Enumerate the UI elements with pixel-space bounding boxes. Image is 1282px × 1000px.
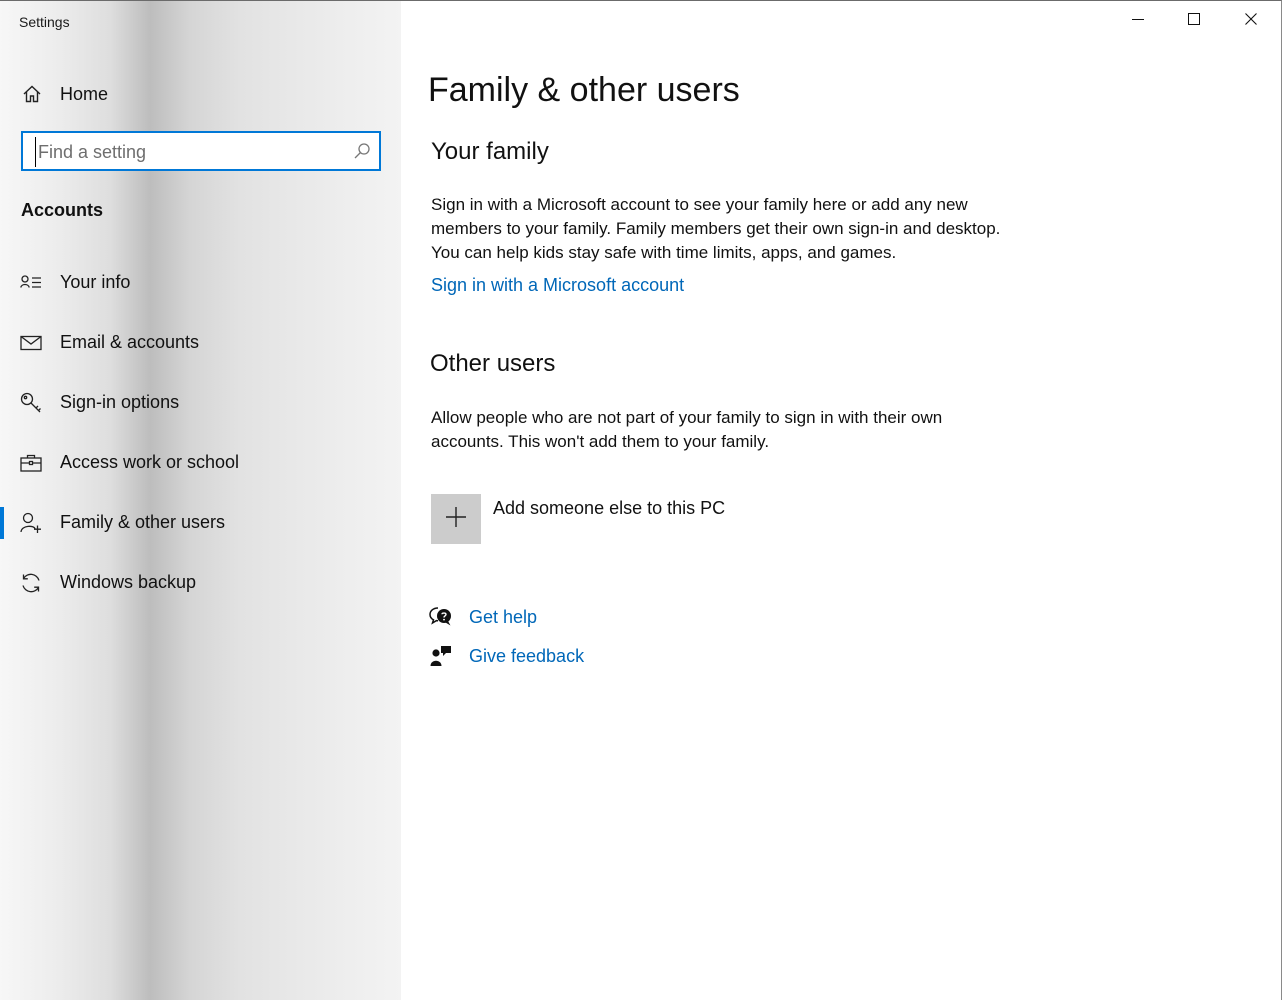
sidebar-item-sign-in-options[interactable]: Sign-in options xyxy=(0,383,401,443)
app-title: Settings xyxy=(19,14,70,30)
nav-home-label: Home xyxy=(60,83,109,104)
search-icon[interactable] xyxy=(353,142,371,160)
nav-home[interactable]: Home xyxy=(0,73,401,115)
sidebar-item-family-other-users[interactable]: Family & other users xyxy=(0,503,401,563)
sign-in-microsoft-link[interactable]: Sign in with a Microsoft account xyxy=(431,275,684,296)
nav-list: Your info Email & accounts Sign-in optio… xyxy=(0,263,401,623)
your-family-description: Sign in with a Microsoft account to see … xyxy=(431,195,1001,262)
give-feedback-row[interactable]: Give feedback xyxy=(429,644,584,668)
feedback-icon xyxy=(429,644,453,668)
main-content: Family & other users Your family Sign in… xyxy=(401,1,1281,1000)
sync-icon xyxy=(20,572,42,594)
sidebar-item-label: Family & other users xyxy=(60,512,226,532)
sidebar-item-label: Sign-in options xyxy=(60,392,180,412)
sidebar-item-email-accounts[interactable]: Email & accounts xyxy=(0,323,401,383)
plus-icon xyxy=(445,506,467,533)
help-chat-icon xyxy=(429,605,453,629)
page-title: Family & other users xyxy=(428,71,740,109)
key-icon xyxy=(20,392,42,414)
search-box[interactable] xyxy=(21,131,381,171)
your-family-heading: Your family xyxy=(431,138,549,165)
home-icon xyxy=(21,83,43,105)
mail-icon xyxy=(20,332,42,354)
sidebar-item-label: Your info xyxy=(60,272,131,292)
briefcase-icon xyxy=(20,452,42,474)
sidebar: Settings Home Accounts xyxy=(0,1,401,1000)
give-feedback-link[interactable]: Give feedback xyxy=(469,646,584,667)
get-help-row[interactable]: Get help xyxy=(429,605,537,629)
section-title: Accounts xyxy=(21,200,104,220)
contact-card-icon xyxy=(20,272,42,294)
get-help-link[interactable]: Get help xyxy=(469,607,537,628)
sidebar-item-access-work-school[interactable]: Access work or school xyxy=(0,443,401,503)
add-tile xyxy=(431,494,481,544)
sidebar-item-your-info[interactable]: Your info xyxy=(0,263,401,323)
add-person-icon xyxy=(20,512,42,534)
sidebar-item-windows-backup[interactable]: Windows backup xyxy=(0,563,401,623)
add-someone-button[interactable]: Add someone else to this PC xyxy=(431,494,725,544)
settings-window: Settings Home Accounts xyxy=(0,0,1282,1000)
sidebar-item-label: Windows backup xyxy=(60,572,197,592)
search-input[interactable] xyxy=(35,137,340,167)
other-users-description: Allow people who are not part of your fa… xyxy=(431,408,943,451)
other-users-heading: Other users xyxy=(430,350,556,377)
add-someone-label: Add someone else to this PC xyxy=(493,498,726,518)
sidebar-item-label: Access work or school xyxy=(60,452,240,472)
sidebar-item-label: Email & accounts xyxy=(60,332,200,352)
